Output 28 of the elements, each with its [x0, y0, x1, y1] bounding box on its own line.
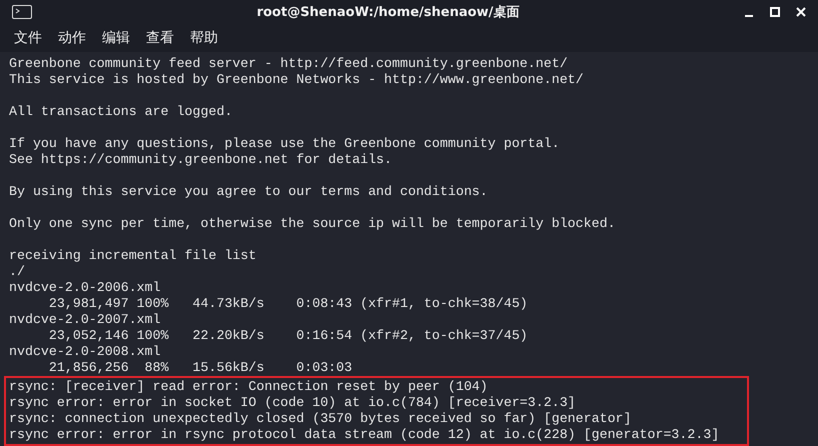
maximize-icon[interactable]: [770, 7, 780, 17]
terminal-line: rsync: [receiver] read error: Connection reset by peer (104): [9, 379, 489, 395]
terminal-line: If you have any questions, please use the Greenbone community portal.: [9, 136, 561, 152]
terminal-line: nvdcve-2.0-2008.xml: [9, 344, 162, 360]
menu-item[interactable]: 查看: [146, 29, 174, 47]
terminal-line: rsync error: error in socket IO (code 10) at io.c(784) [receiver=3.2.3]: [9, 395, 577, 411]
menu-item[interactable]: 文件: [14, 29, 42, 47]
terminal-line: All transactions are logged.: [9, 104, 234, 120]
menu-item[interactable]: 帮助: [190, 29, 218, 47]
terminal-line: 23,981,497 100% 44.73kB/s 0:08:43 (xfr#1, to-chk=38/45): [48, 296, 529, 312]
menu-item[interactable]: 动作: [58, 29, 86, 47]
terminal-line: rsync error: error in rsync protocol data stream (code 12) at io.c(228) [generator=3.2.3]: [9, 427, 720, 443]
terminal-line: rsync: connection unexpectedly closed (3570 bytes received so far) [generator]: [9, 411, 632, 427]
terminal-line: See https://community.greenbone.net for details.: [9, 152, 394, 168]
close-icon[interactable]: [796, 7, 806, 17]
terminal-line: Greenbone community feed server - http://feed.community.greenbone.net/: [9, 56, 569, 72]
terminal-line: nvdcve-2.0-2006.xml: [9, 280, 162, 296]
window-title: root@ShenaoW:/home/shenaow/桌面: [256, 4, 520, 21]
terminal-line: ./: [9, 264, 26, 280]
terminal-line: By using this service you agree to our terms and conditions.: [9, 184, 489, 200]
terminal-line: nvdcve-2.0-2007.xml: [9, 312, 162, 328]
terminal-icon: [12, 5, 32, 19]
terminal-line: 21,856,256 88% 15.56kB/s 0:03:03: [48, 360, 354, 376]
terminal-line: This service is hosted by Greenbone Networks - http://www.greenbone.net/: [9, 72, 585, 88]
terminal-line: receiving incremental file list: [9, 248, 258, 264]
terminal-line: Only one sync per time, otherwise the source ip will be temporarily blocked.: [9, 216, 616, 232]
terminal-line: 23,052,146 100% 22.20kB/s 0:16:54 (xfr#2, to-chk=37/45): [48, 328, 529, 344]
menu-item[interactable]: 编辑: [102, 29, 130, 47]
